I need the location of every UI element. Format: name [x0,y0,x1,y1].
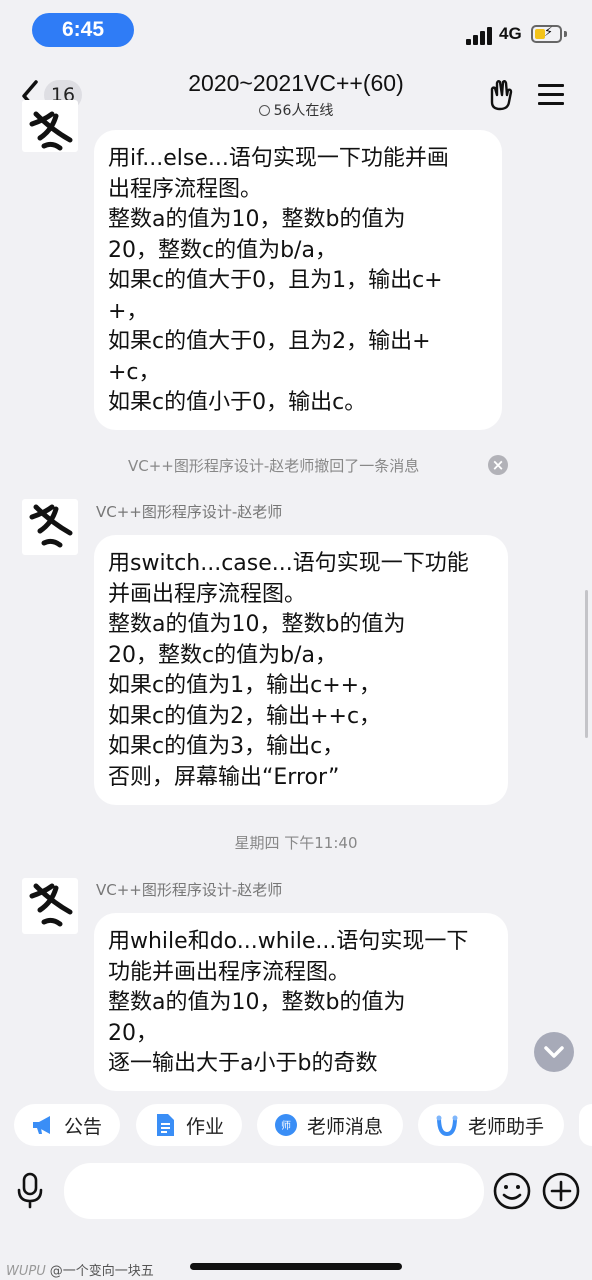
assistant-icon [436,1115,458,1137]
tab-label: 公告 [64,1115,103,1138]
watermark-text: @一个变向一块五 [49,1264,154,1279]
recall-notice: VC++图形程序设计-赵老师撤回了一条消息 [128,457,420,475]
chat-title[interactable]: 2020~2021VC++(60) [140,70,452,97]
hand-gesture-icon[interactable] [486,78,516,112]
sender-name: VC++图形程序设计-赵老师 [96,503,283,521]
avatar[interactable] [22,878,78,934]
plus-icon[interactable] [541,1171,581,1211]
calligraphy-avatar-icon [29,111,73,151]
message-bubble[interactable]: 用switch...case...语句实现一下功能 并画出程序流程图。 整数a的… [94,535,508,805]
tab-more[interactable] [579,1104,592,1146]
emoji-icon[interactable] [492,1171,532,1211]
signal-icon [466,27,494,45]
message-input[interactable] [64,1163,484,1219]
message-bubble[interactable]: 用if...else...语句实现一下功能并画 出程序流程图。 整数a的值为10… [94,130,502,430]
status-time: 6:45 [32,13,134,47]
scrollbar[interactable] [585,590,588,738]
teacher-message-icon: 师 [275,1114,297,1136]
scroll-to-bottom-button[interactable] [534,1032,574,1072]
tab-label: 老师消息 [307,1115,384,1138]
tab-teacher-assistant[interactable]: 老师助手 [418,1104,564,1146]
avatar[interactable] [22,499,78,555]
calligraphy-avatar-icon [29,504,73,548]
tab-homework[interactable]: 作业 [136,1104,242,1146]
tab-announcement[interactable]: 公告 [14,1104,120,1146]
menu-icon[interactable] [538,84,564,106]
tab-label: 老师助手 [468,1115,545,1138]
online-icon [258,104,270,116]
calligraphy-avatar-icon [29,883,73,927]
avatar[interactable] [22,100,78,152]
message-bubble[interactable]: 用while和do...while...语句实现一下 功能并画出程序流程图。 整… [94,913,508,1091]
tab-teacher-message[interactable]: 师 老师消息 [257,1104,403,1146]
tab-label: 作业 [186,1115,225,1138]
home-indicator[interactable] [190,1263,402,1270]
timestamp: 星期四 下午11:40 [234,834,358,852]
online-count: 56人在线 [196,100,396,120]
chevron-down-icon [544,1046,564,1058]
battery-icon: ⚡ [531,25,562,43]
battery-cap [564,31,567,37]
watermark-brand: WUPU [6,1264,46,1279]
close-icon[interactable]: × [488,455,508,475]
network-type: 4G [499,24,522,43]
sender-name: VC++图形程序设计-赵老师 [96,881,283,899]
megaphone-icon [33,1116,50,1134]
document-icon [157,1114,174,1136]
watermark: WUPU @一个变向一块五 [6,1260,154,1279]
microphone-icon[interactable] [14,1170,46,1210]
svg-text:师: 师 [281,1119,291,1132]
